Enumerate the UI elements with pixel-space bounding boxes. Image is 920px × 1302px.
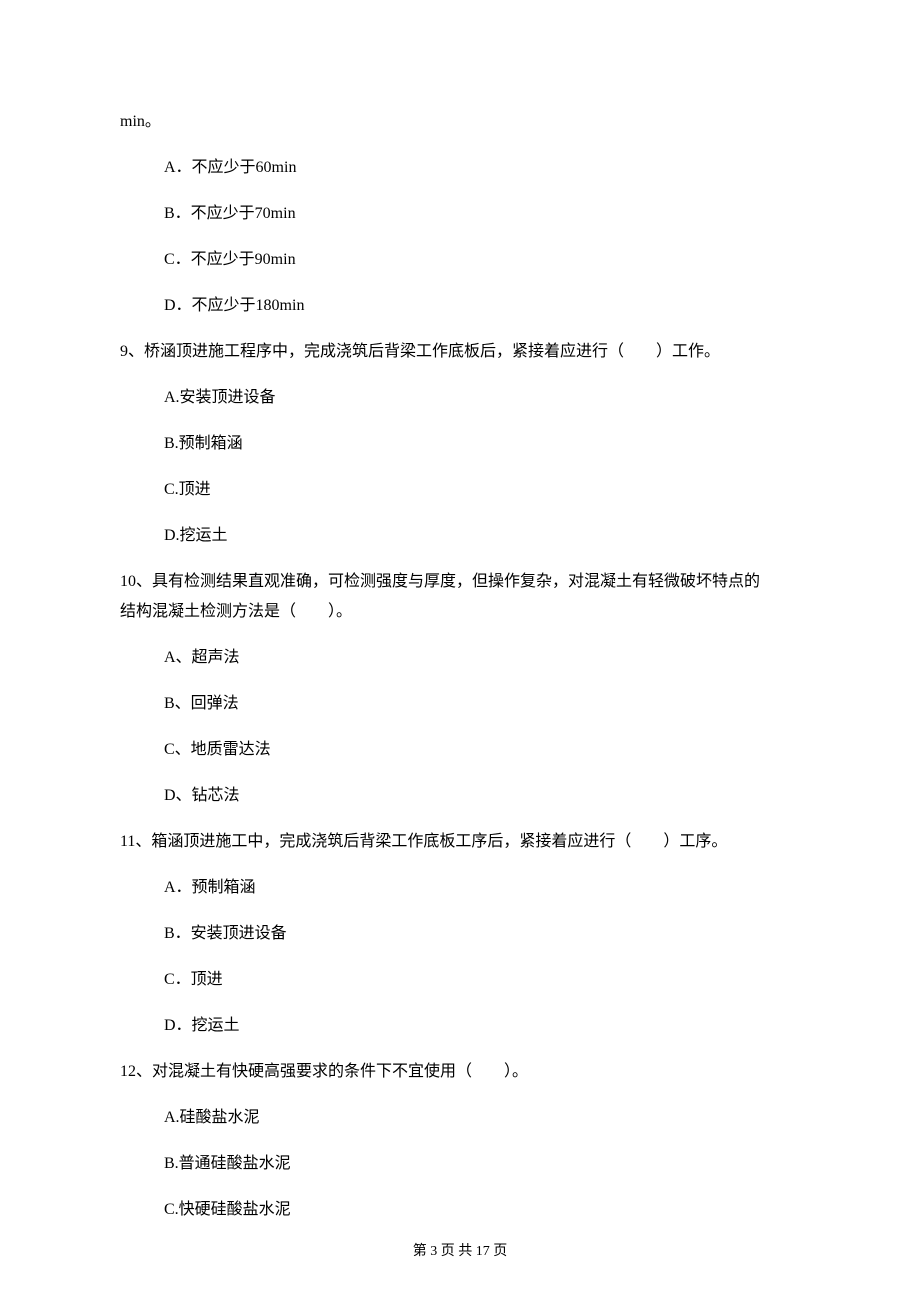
q10-option-c: C、地质雷达法 [120,738,800,762]
q10-text-line1: 10、具有检测结果直观准确，可检测强度与厚度，但操作复杂，对混凝土有轻微破坏特点… [120,570,800,594]
q11-option-d: D．挖运土 [120,1014,800,1038]
page-footer: 第 3 页 共 17 页 [0,1241,920,1262]
page-container: min。 A．不应少于60min B．不应少于70min C．不应少于90min… [0,0,920,1302]
q11-option-a: A．预制箱涵 [120,876,800,900]
q8-option-d: D．不应少于180min [120,294,800,318]
q8-option-a: A．不应少于60min [120,156,800,180]
q10-option-d: D、钻芯法 [120,784,800,808]
q9-option-b: B.预制箱涵 [120,432,800,456]
q10-text-line2: 结构混凝土检测方法是（ ）。 [120,600,800,624]
q9-text: 9、桥涵顶进施工程序中，完成浇筑后背梁工作底板后，紧接着应进行（ ）工作。 [120,340,800,364]
q8-option-b: B．不应少于70min [120,202,800,226]
q10-option-a: A、超声法 [120,646,800,670]
q10-option-b: B、回弹法 [120,692,800,716]
q12-option-c: C.快硬硅酸盐水泥 [120,1198,800,1222]
q12-text: 12、对混凝土有快硬高强要求的条件下不宜使用（ ）。 [120,1060,800,1084]
q11-option-c: C．顶进 [120,968,800,992]
q12-option-b: B.普通硅酸盐水泥 [120,1152,800,1176]
q8-option-c: C．不应少于90min [120,248,800,272]
q9-option-c: C.顶进 [120,478,800,502]
q9-option-d: D.挖运土 [120,524,800,548]
q11-option-b: B．安装顶进设备 [120,922,800,946]
intro-fragment: min。 [120,110,800,134]
q9-option-a: A.安装顶进设备 [120,386,800,410]
q11-text: 11、箱涵顶进施工中，完成浇筑后背梁工作底板工序后，紧接着应进行（ ）工序。 [120,830,800,854]
q12-option-a: A.硅酸盐水泥 [120,1106,800,1130]
